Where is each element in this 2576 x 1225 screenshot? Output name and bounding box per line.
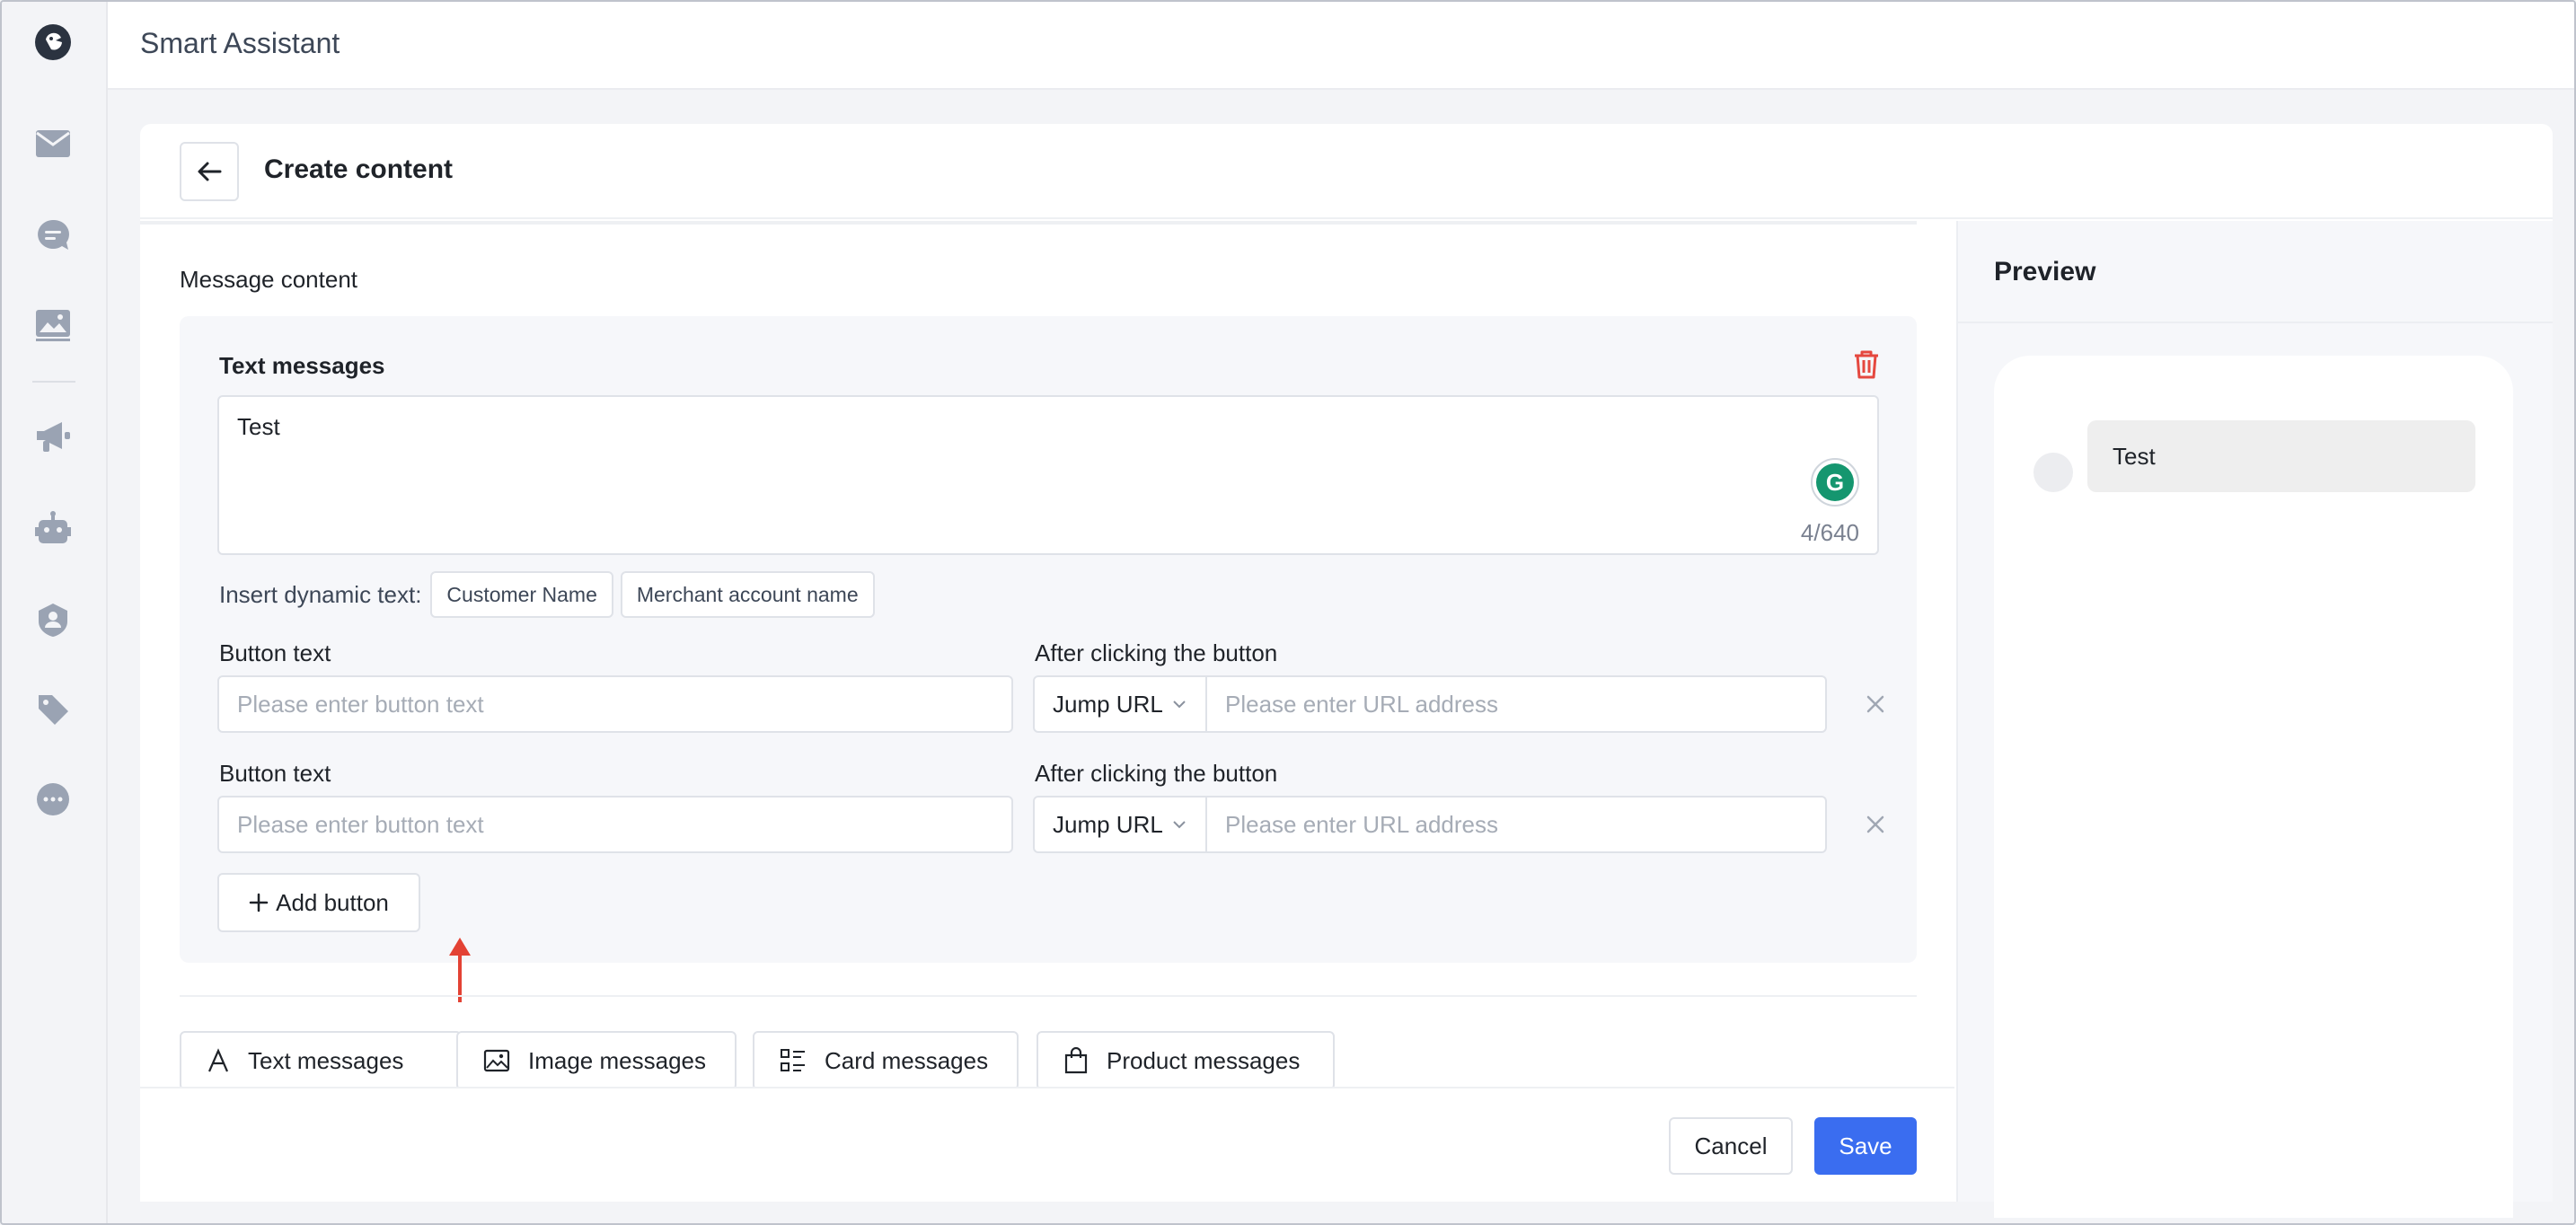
- text-message-panel: Text messages Test G 4/640 Insert dynami…: [180, 316, 1917, 963]
- chevron-down-icon: [1173, 701, 1186, 709]
- dynamic-text-label: Insert dynamic text:: [219, 580, 422, 608]
- card-icon: [781, 1049, 805, 1071]
- close-icon: [1866, 815, 1884, 833]
- app-window: Smart Assistant Create content Message c…: [0, 0, 2576, 1225]
- logo-icon[interactable]: [32, 22, 74, 63]
- url-input[interactable]: Please enter URL address: [1207, 796, 1827, 853]
- add-image-message-button[interactable]: Image messages: [456, 1031, 737, 1090]
- sidebar-divider: [32, 381, 75, 383]
- save-button[interactable]: Save: [1814, 1117, 1917, 1175]
- button-text-input[interactable]: Please enter button text: [217, 796, 1013, 853]
- chip-merchant-account-name[interactable]: Merchant account name: [620, 571, 875, 618]
- robot-icon[interactable]: [31, 507, 75, 550]
- after-click-label: After clicking the button: [1035, 639, 1278, 666]
- text-message-value: Test: [237, 413, 280, 440]
- user-shield-icon[interactable]: [31, 598, 75, 641]
- action-select[interactable]: Jump URL: [1033, 675, 1207, 733]
- shopping-bag-icon: [1064, 1047, 1088, 1074]
- image-gallery-icon[interactable]: [31, 304, 75, 347]
- dynamic-text-row: Insert dynamic text: Customer Name Merch…: [219, 571, 875, 618]
- image-icon: [483, 1049, 510, 1072]
- chat-icon[interactable]: [31, 214, 75, 257]
- url-input[interactable]: Please enter URL address: [1207, 675, 1827, 733]
- grammarly-icon[interactable]: G: [1811, 458, 1859, 507]
- trash-icon: [1855, 350, 1878, 379]
- mail-icon[interactable]: [31, 122, 75, 165]
- remove-button-1[interactable]: [1859, 688, 1892, 720]
- button-text-label: Button text: [219, 760, 331, 787]
- section-label: Message content: [180, 266, 358, 293]
- add-text-message-button[interactable]: Text messages: [180, 1031, 462, 1090]
- add-card-message-button[interactable]: Card messages: [753, 1031, 1019, 1090]
- chevron-down-icon: [1173, 821, 1186, 829]
- editor-area: Message content Text messages Test G 4/6…: [140, 2, 1954, 1223]
- form-footer: Cancel Save: [140, 1087, 1954, 1202]
- preview-title: Preview: [1994, 257, 2096, 286]
- avatar: [2033, 453, 2073, 492]
- character-counter: 4/640: [1800, 519, 1859, 546]
- editor-top-shadow: [140, 221, 1917, 225]
- megaphone-icon[interactable]: [31, 415, 75, 458]
- annotation-arrow-icon: [449, 938, 471, 1002]
- message-bubble: Test: [2087, 420, 2475, 492]
- button-text-label: Button text: [219, 639, 331, 666]
- cancel-button[interactable]: Cancel: [1669, 1117, 1793, 1175]
- text-message-input[interactable]: Test G 4/640: [217, 395, 1879, 555]
- delete-message-button[interactable]: [1848, 347, 1884, 383]
- plus-icon: [249, 893, 269, 912]
- tags-icon[interactable]: [31, 688, 75, 731]
- sidebar: [2, 2, 108, 1223]
- add-product-message-button[interactable]: Product messages: [1037, 1031, 1335, 1090]
- add-button[interactable]: Add button: [217, 873, 420, 932]
- text-message-title: Text messages: [219, 352, 385, 379]
- text-icon: [207, 1048, 229, 1072]
- phone-mockup: Test: [1994, 356, 2513, 1218]
- close-icon: [1866, 695, 1884, 713]
- button-text-input[interactable]: Please enter button text: [217, 675, 1013, 733]
- remove-button-2[interactable]: [1859, 808, 1892, 841]
- section-divider: [180, 995, 1917, 997]
- preview-divider: [1958, 322, 2553, 323]
- preview-panel: Preview Test: [1956, 221, 2553, 1218]
- chip-customer-name[interactable]: Customer Name: [430, 571, 613, 618]
- action-select[interactable]: Jump URL: [1033, 796, 1207, 853]
- more-icon[interactable]: [31, 778, 75, 821]
- after-click-label: After clicking the button: [1035, 760, 1278, 787]
